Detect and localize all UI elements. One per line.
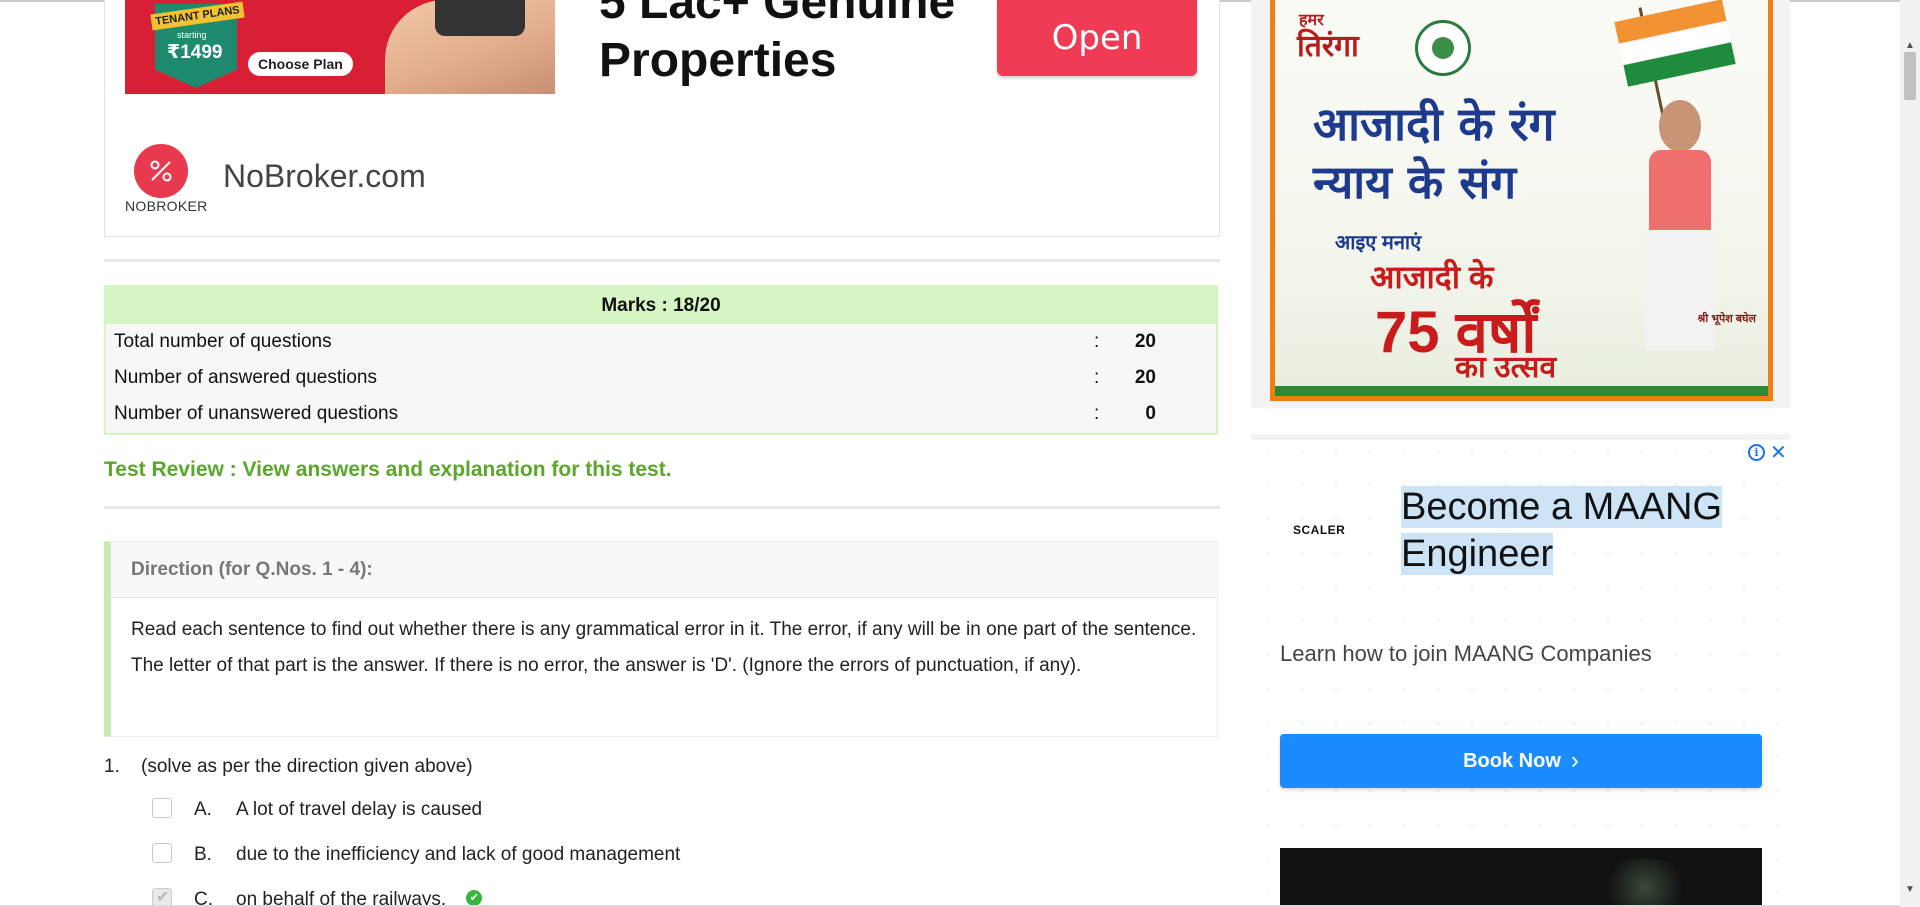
marks-row-value: 20 <box>1134 367 1156 388</box>
marks-row-colon: : <box>1094 403 1100 424</box>
percent-icon <box>150 160 172 182</box>
ad-headline-line2: न्याय के संग <box>1313 155 1517 209</box>
scroll-up-arrow-icon[interactable]: ▲ <box>1905 40 1915 51</box>
maang-headline-line1: Become a MAANG <box>1401 486 1722 528</box>
video-figure <box>1600 858 1690 907</box>
ad-headline-main: Properties <box>599 34 837 87</box>
vertical-scrollbar[interactable]: ▲ ▼ <box>1900 0 1920 907</box>
marks-row-unanswered: Number of unanswered questions : 0 <box>106 396 1216 432</box>
nobroker-logo-text: NOBROKER <box>125 198 208 214</box>
chevron-right-icon: › <box>1570 747 1579 774</box>
marks-title: Marks : 18/20 <box>106 287 1216 324</box>
option-letter: A. <box>194 799 212 820</box>
check-circle-icon: ✔ <box>466 889 483 906</box>
ad-top-bar <box>1251 434 1790 440</box>
tenant-plans-starting: starting <box>177 30 207 40</box>
marks-row-label: Number of unanswered questions <box>114 403 399 424</box>
option-a[interactable]: A. A lot of travel delay is caused <box>152 797 483 822</box>
ad-sub-line4: का उत्सव <box>1455 351 1557 384</box>
marks-row-label: Number of answered questions <box>114 367 377 388</box>
tiranga-text: तिरंगा <box>1297 30 1359 63</box>
option-text: due to the inefficiency and lack of good… <box>236 844 681 865</box>
tiranga-ad-frame: हमर तिरंगा आजादी के रंग न्याय के संग आइए… <box>1251 0 1790 408</box>
divider <box>104 259 1220 262</box>
maang-headline-line2: Engineer <box>1401 533 1554 575</box>
marks-summary: Marks : 18/20 Total number of questions … <box>104 285 1218 435</box>
scrollbar-thumb[interactable] <box>1904 52 1916 100</box>
option-letter: B. <box>194 844 212 865</box>
phone-image <box>435 0 525 36</box>
marks-row-value: 0 <box>1145 403 1156 424</box>
checkbox-icon[interactable] <box>152 797 172 818</box>
ad-subtext: Learn how to join MAANG Companies <box>1280 641 1652 666</box>
marks-row-label: Total number of questions <box>114 331 332 352</box>
option-b[interactable]: B. due to the inefficiency and lack of go… <box>152 842 681 867</box>
test-review-link[interactable]: Test Review : View answers and explanati… <box>104 458 672 482</box>
ad-headline-partial: 5 Lac+ Genuine <box>599 0 956 29</box>
open-button[interactable]: Open <box>997 0 1197 76</box>
direction-text: Read each sentence to find out whether t… <box>131 619 1197 676</box>
nobroker-brand-name[interactable]: NoBroker.com <box>223 158 426 195</box>
nobroker-logo-icon <box>134 144 188 198</box>
book-now-button[interactable]: Book Now › <box>1280 734 1762 788</box>
direction-heading: Direction (for Q.Nos. 1 - 4): <box>111 542 1217 598</box>
question-1: 1. (solve as per the direction given abov… <box>104 756 473 778</box>
tenant-plans-banner[interactable]: TENANT PLANS starting ₹1499 Choose Plan <box>125 0 555 94</box>
nobroker-ad[interactable]: TENANT PLANS starting ₹1499 Choose Plan … <box>104 0 1220 237</box>
ad-headline-line1: आजादी के रंग <box>1313 97 1555 151</box>
checkbox-icon[interactable] <box>152 842 172 863</box>
ad-headline: 5 Lac+ Genuine Properties <box>599 0 955 90</box>
scaler-logo: SCALER <box>1293 523 1346 537</box>
marks-row-colon: : <box>1094 367 1100 388</box>
book-now-label: Book Now <box>1463 749 1561 772</box>
marks-row-colon: : <box>1094 331 1100 352</box>
adchoices-info-icon[interactable]: i <box>1748 444 1765 461</box>
marks-row-value: 20 <box>1134 331 1156 352</box>
maang-headline[interactable]: Become a MAANG Engineer <box>1401 484 1722 578</box>
ad-video-thumbnail[interactable] <box>1280 848 1762 907</box>
divider <box>104 506 1220 509</box>
ad-signature: श्री भूपेश बघेल <box>1697 313 1756 325</box>
tiranga-ad[interactable]: हमर तिरंगा आजादी के रंग न्याय के संग आइए… <box>1270 0 1773 401</box>
marks-row-answered: Number of answered questions : 20 <box>106 360 1216 396</box>
question-number: 1. <box>104 756 120 777</box>
marks-row-total: Total number of questions : 20 <box>106 324 1216 360</box>
ad-close-icon[interactable]: ✕ <box>1770 440 1787 465</box>
scaler-ad[interactable]: i ✕ SCALER Become a MAANG Engineer Learn… <box>1251 434 1790 907</box>
government-seal-icon <box>1415 20 1471 76</box>
choose-plan-button[interactable]: Choose Plan <box>248 52 353 76</box>
ad-sub-line1: आइए मनाएं <box>1335 232 1422 254</box>
scroll-down-arrow-icon[interactable]: ▼ <box>1905 884 1915 895</box>
option-text: A lot of travel delay is caused <box>236 799 483 820</box>
tenant-plans-price: ₹1499 <box>167 42 223 63</box>
ad-bottom-stripe <box>1275 386 1768 396</box>
person-image <box>1635 100 1725 370</box>
question-text: (solve as per the direction given above) <box>141 756 473 777</box>
direction-box: Direction (for Q.Nos. 1 - 4): Read each … <box>104 541 1218 737</box>
